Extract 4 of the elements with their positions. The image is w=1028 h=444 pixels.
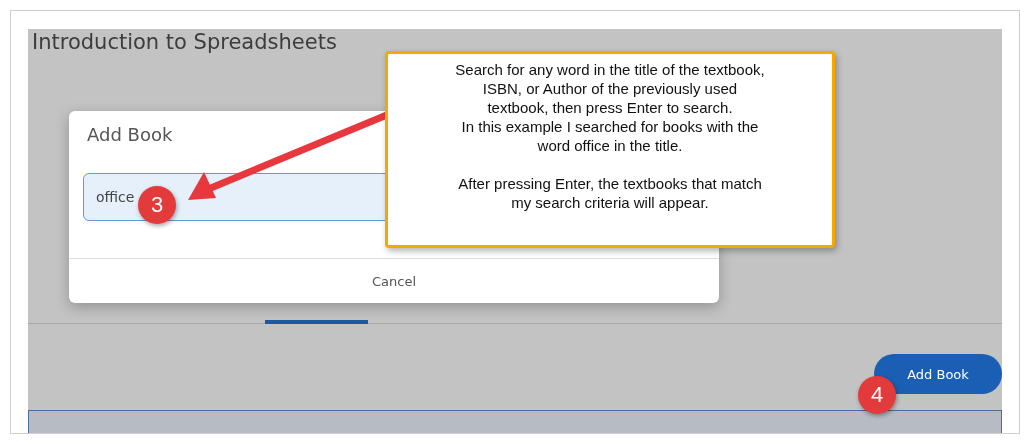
page-title: Introduction to Spreadsheets <box>31 29 338 55</box>
callout-text: Search for any word in the title of the textbook, ISBN, or Author of the previously used textbook, then press Enter to search. In this example I searched for books with the word office in the title. <box>454 60 766 155</box>
dialog-title: Add Book <box>87 124 173 145</box>
cancel-button[interactable]: Cancel <box>365 272 422 290</box>
